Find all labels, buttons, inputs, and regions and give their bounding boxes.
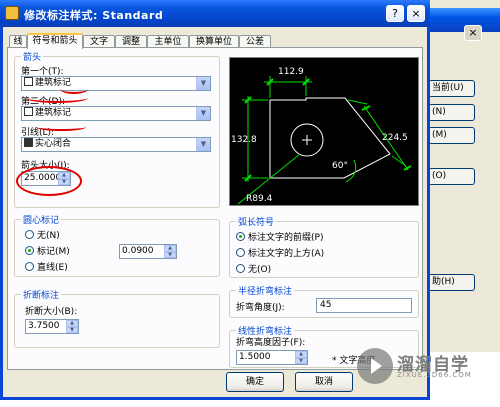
arc-none-radio[interactable]: 无(O)	[236, 262, 271, 275]
break-size-value: 3.7500	[28, 321, 60, 331]
center-marks-group-label: 圆心标记	[21, 213, 62, 226]
second-arrow-select[interactable]: 建筑标记 ▼	[21, 106, 211, 121]
close-icon[interactable]: ×	[407, 5, 425, 22]
radio-dot	[236, 232, 245, 241]
radio-dot	[25, 246, 34, 255]
chevron-down-icon[interactable]: ▼	[196, 77, 210, 90]
center-mark-size-value: 0.0900	[122, 246, 154, 256]
arc-prefix-label: 标注文字的前缀(P)	[248, 233, 324, 243]
dimension-break-group-label: 折断标注	[21, 288, 62, 301]
radio-dot	[25, 262, 34, 271]
arc-prefix-radio[interactable]: 标注文字的前缀(P)	[236, 230, 323, 243]
center-mark-size-spinner[interactable]: ▲ ▼	[164, 245, 176, 258]
ok-button[interactable]: 确定	[226, 372, 284, 392]
radio-dot	[25, 230, 34, 239]
dialog-title: 修改标注样式: Standard	[24, 9, 164, 22]
dimension-break-group: 折断标注 折断大小(B): 3.7500 ▲ ▼	[14, 288, 220, 348]
break-size-spinner[interactable]: ▲ ▼	[66, 320, 78, 333]
center-mark-line-radio[interactable]: 直线(E)	[25, 260, 68, 273]
preview-ext-line	[347, 99, 368, 105]
preview-radius-text: R89.4	[246, 194, 273, 204]
background-help-button[interactable]: 助(H)	[428, 274, 475, 291]
tab-symbols-arrows[interactable]: 符号和箭头	[27, 33, 83, 49]
arc-above-label: 标注文字的上方(A)	[248, 249, 325, 259]
arc-above-radio[interactable]: 标注文字的上方(A)	[236, 246, 324, 259]
dimension-style-dialog: 修改标注样式: Standard ? × 线 符号和箭头 文字 调整 主单位 换…	[0, 0, 430, 400]
second-arrow-value: 建筑标记	[35, 108, 72, 118]
break-size-label: 折断大小(B):	[25, 307, 78, 317]
jog-height-factor-spinner[interactable]: ▲ ▼	[295, 351, 307, 364]
arc-length-group-label: 弧长符号	[236, 215, 277, 228]
closed-filled-arrow-icon	[24, 138, 33, 147]
dialog-client: 线 符号和箭头 文字 调整 主单位 换算单位 公差 箭头 第一个(T): 建筑标…	[3, 27, 427, 397]
break-size-input[interactable]: 3.7500 ▲ ▼	[25, 319, 79, 334]
center-mark-line-label: 直线(E)	[37, 263, 68, 273]
background-new-button[interactable]: (N)	[428, 104, 475, 121]
center-mark-mark-radio[interactable]: 标记(M)	[25, 244, 70, 257]
preview-dim-top-text: 112.9	[278, 67, 304, 77]
preview-dim-left-text: 132.8	[231, 135, 257, 145]
center-mark-size-input[interactable]: 0.0900 ▲ ▼	[119, 244, 177, 259]
help-icon[interactable]: ?	[386, 5, 404, 22]
background-window: × 当前(U) (N) (M) (O) 助(H)	[425, 0, 500, 352]
arrowheads-group-label: 箭头	[21, 50, 44, 63]
preview-angle-text: 60°	[332, 161, 348, 171]
cancel-button[interactable]: 取消	[295, 372, 353, 392]
center-mark-mark-label: 标记(M)	[37, 247, 70, 257]
radius-jog-group-label: 半径折弯标注	[236, 284, 295, 297]
background-modify-button[interactable]: (M)	[428, 127, 475, 144]
watermark: 溜溜自学 ZIXUE.3D66.COM	[355, 348, 495, 396]
leader-arrow-select[interactable]: 实心闭合 ▼	[21, 137, 211, 152]
dialog-titlebar: 修改标注样式: Standard ? ×	[0, 0, 430, 27]
jog-height-factor-value: 1.5000	[239, 352, 271, 362]
arc-none-label: 无(O)	[248, 265, 272, 275]
chevron-down-icon[interactable]: ▼	[196, 107, 210, 120]
jog-height-factor-label: 折弯高度因子(F):	[236, 338, 306, 348]
background-close-button[interactable]: ×	[464, 25, 482, 41]
red-annotation-underline	[26, 93, 88, 103]
first-arrow-select[interactable]: 建筑标记 ▼	[21, 76, 211, 91]
watermark-subtitle: ZIXUE.3D66.COM	[397, 371, 472, 379]
red-annotation-underline	[36, 123, 86, 131]
jog-height-factor-input[interactable]: 1.5000 ▲ ▼	[236, 350, 308, 365]
dimension-preview-drawing: 112.9 132.8 224.5 60° R89.4	[231, 67, 412, 205]
center-mark-none-radio[interactable]: 无(N)	[25, 228, 60, 241]
chevron-down-icon[interactable]: ▼	[196, 138, 210, 151]
preview-dim-right-text: 224.5	[382, 133, 408, 143]
preview-pane: 112.9 132.8 224.5 60° R89.4	[229, 57, 419, 206]
jog-angle-label: 折弯角度(J):	[236, 303, 285, 313]
center-marks-group: 圆心标记 无(N) 标记(M) 直线(E) 0.0900 ▲ ▼	[14, 213, 220, 277]
preview-outline	[269, 97, 391, 179]
background-override-button[interactable]: (O)	[428, 168, 475, 185]
app-icon	[5, 6, 19, 20]
play-logo-icon	[357, 348, 393, 384]
arc-length-group: 弧长符号 标注文字的前缀(P) 标注文字的上方(A) 无(O)	[229, 215, 419, 278]
architectural-tick-icon	[24, 107, 33, 116]
jog-angle-input[interactable]: 45	[316, 298, 412, 313]
radius-jog-group: 半径折弯标注 折弯角度(J): 45	[229, 284, 419, 318]
radio-dot	[236, 248, 245, 257]
leader-arrow-value: 实心闭合	[35, 139, 72, 149]
center-mark-none-label: 无(N)	[37, 231, 60, 241]
red-annotation-circle	[16, 166, 82, 196]
background-set-current-button[interactable]: 当前(U)	[428, 80, 475, 97]
background-window-titlebar	[426, 8, 500, 32]
architectural-tick-icon	[24, 77, 33, 86]
radio-dot	[236, 264, 245, 273]
